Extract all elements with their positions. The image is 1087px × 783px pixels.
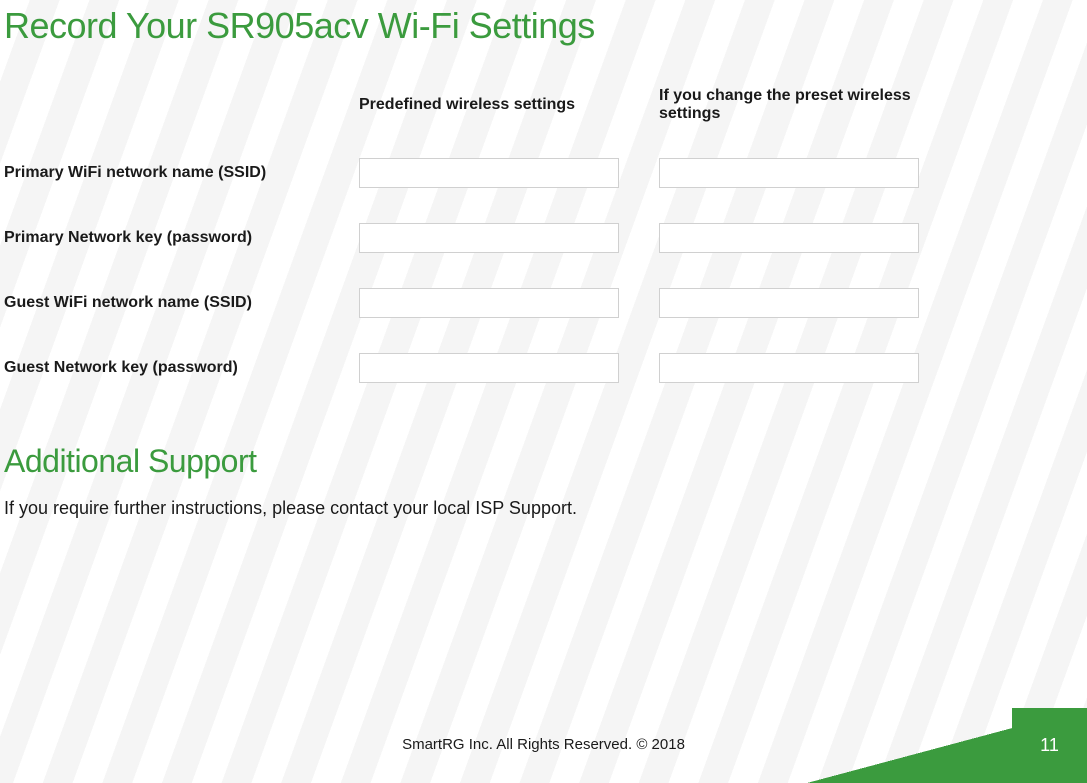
footer-page-number: 11 [1012, 708, 1087, 783]
input-guest-ssid-predefined[interactable] [359, 288, 619, 318]
wifi-settings-table: Predefined wireless settings If you chan… [0, 87, 1087, 383]
support-text: If you require further instructions, ple… [0, 498, 1087, 519]
input-guest-key-predefined[interactable] [359, 353, 619, 383]
row-label-guest-key: Guest Network key (password) [4, 353, 339, 383]
input-guest-ssid-changed[interactable] [659, 288, 919, 318]
row-label-primary-ssid: Primary WiFi network name (SSID) [4, 158, 339, 188]
input-guest-key-changed[interactable] [659, 353, 919, 383]
table-corner-spacer [4, 87, 339, 123]
input-primary-ssid-predefined[interactable] [359, 158, 619, 188]
input-primary-ssid-changed[interactable] [659, 158, 919, 188]
page-title: Record Your SR905acv Wi-Fi Settings [0, 0, 1087, 47]
input-primary-key-predefined[interactable] [359, 223, 619, 253]
input-primary-key-changed[interactable] [659, 223, 919, 253]
row-label-guest-ssid: Guest WiFi network name (SSID) [4, 288, 339, 318]
col-header-changed: If you change the preset wireless settin… [659, 87, 939, 123]
support-heading: Additional Support [0, 443, 1087, 480]
col-header-predefined: Predefined wireless settings [359, 87, 639, 123]
row-label-primary-key: Primary Network key (password) [4, 223, 339, 253]
